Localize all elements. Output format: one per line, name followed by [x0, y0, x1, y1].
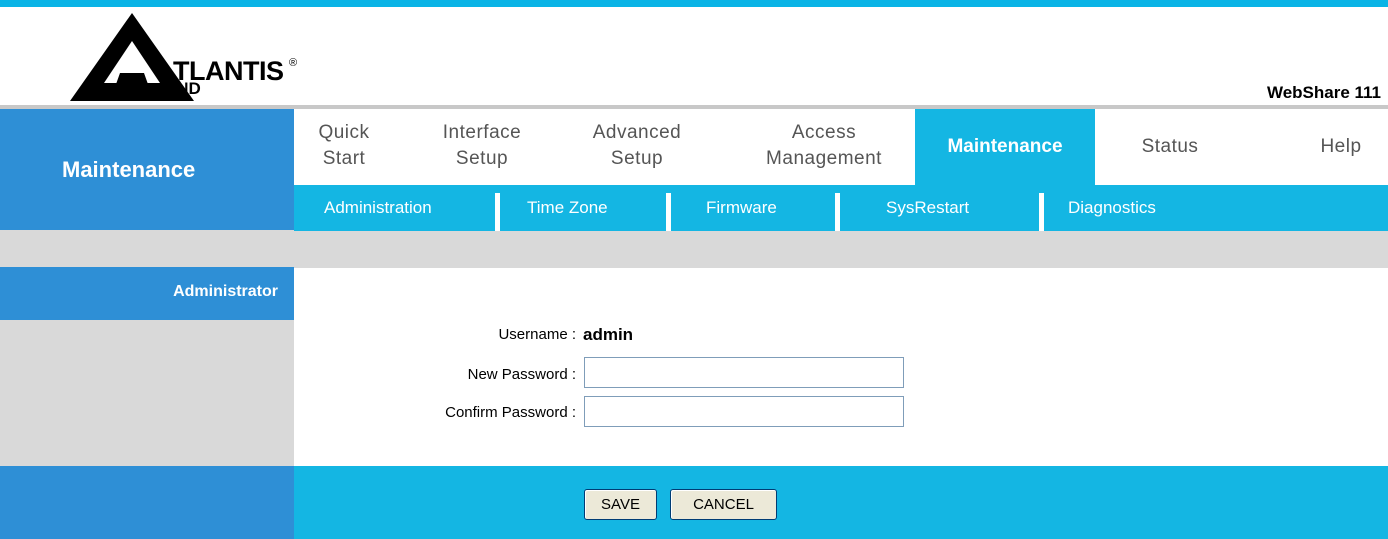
- action-bar: [294, 466, 1388, 539]
- confirm-password-label: Confirm Password :: [445, 404, 576, 421]
- subnav-sysrestart[interactable]: SysRestart: [886, 198, 969, 218]
- tab-label: Access: [791, 122, 857, 143]
- sidebar-section-title: Maintenance: [62, 157, 196, 182]
- tab-advanced-setup[interactable]: Advanced Setup: [572, 109, 702, 185]
- tab-label: Start: [322, 148, 366, 169]
- cancel-button[interactable]: CANCEL: [670, 489, 777, 520]
- subnav-diagnostics[interactable]: Diagnostics: [1068, 198, 1156, 218]
- subnav-time-zone[interactable]: Time Zone: [527, 198, 608, 218]
- subnav-separator: [1039, 193, 1044, 231]
- tab-help[interactable]: Help: [1306, 109, 1376, 185]
- confirm-password-field[interactable]: [584, 396, 904, 427]
- tab-label: Maintenance: [947, 136, 1063, 157]
- tab-quick-start[interactable]: Quick Start: [304, 109, 384, 185]
- atlantis-logo: TLANTIS AND ®: [70, 13, 310, 103]
- subnav-firmware[interactable]: Firmware: [706, 198, 777, 218]
- subnav-administration[interactable]: Administration: [324, 198, 432, 218]
- tab-label: Management: [766, 148, 882, 169]
- subnav-separator: [495, 193, 500, 231]
- tab-access-management[interactable]: Access Management: [734, 109, 914, 185]
- content-spacer: [294, 231, 1388, 268]
- subnav-separator: [666, 193, 671, 231]
- sidebar-spacer: [0, 230, 294, 267]
- tab-label: Advanced: [592, 122, 682, 143]
- tab-label: Quick: [318, 122, 370, 143]
- logo-sub-wordmark: AND: [164, 79, 201, 98]
- product-name: WebShare 111: [1266, 83, 1381, 102]
- header: TLANTIS AND ® WebShare 111: [0, 7, 1388, 105]
- new-password-field[interactable]: [584, 357, 904, 388]
- tab-interface-setup[interactable]: Interface Setup: [422, 109, 542, 185]
- tab-label: Setup: [610, 148, 664, 169]
- tab-label: Status: [1141, 136, 1199, 157]
- tab-label: Help: [1320, 136, 1362, 157]
- username-label: Username :: [498, 326, 576, 343]
- tab-status[interactable]: Status: [1120, 109, 1220, 185]
- top-accent-bar: [0, 0, 1388, 7]
- main-nav: Quick Start Interface Setup Advanced Setup …: [294, 109, 1388, 185]
- sidebar-footer: [0, 466, 294, 539]
- tab-maintenance[interactable]: Maintenance: [915, 109, 1095, 185]
- sidebar-subsection-title: Administrator: [173, 283, 278, 300]
- sidebar-section-header: Maintenance: [0, 109, 294, 230]
- new-password-label: New Password :: [467, 366, 576, 383]
- save-button[interactable]: SAVE: [584, 489, 657, 520]
- subnav-separator: [835, 193, 840, 231]
- sidebar: Maintenance Administrator: [0, 109, 294, 539]
- username-value: admin: [583, 325, 634, 344]
- sidebar-body: [0, 320, 294, 466]
- registered-mark: ®: [289, 57, 298, 69]
- tab-label: Setup: [455, 148, 509, 169]
- tab-label: Interface: [442, 122, 522, 143]
- sidebar-subsection-header: Administrator: [0, 267, 294, 320]
- sub-nav: Administration Time Zone Firmware SysRes…: [294, 185, 1388, 231]
